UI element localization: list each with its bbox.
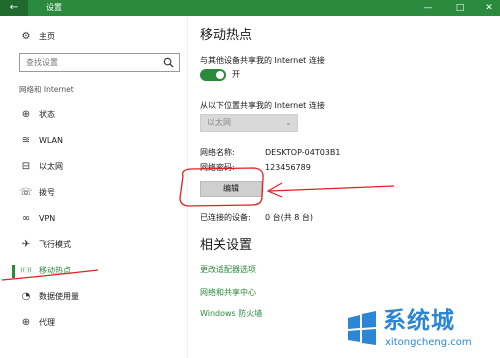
- sidebar-item-label: 数据使用量: [39, 292, 79, 301]
- network-password-value: 123456789: [265, 163, 311, 172]
- connected-devices-value: 0 台(共 8 台): [265, 213, 314, 222]
- share-from-select[interactable]: 以太网 ⌄: [200, 114, 298, 132]
- sidebar: ⚙ 主页 查找设置 网络和 Internet ⊕ 状态 ≋ WLAN ⊟ 以太网…: [0, 16, 188, 358]
- sidebar-item-label: 拨号: [39, 188, 55, 197]
- sidebar-item-ethernet[interactable]: ⊟ 以太网: [0, 156, 188, 178]
- network-password-label: 网络密码:: [200, 163, 235, 172]
- sidebar-item-label: 移动热点: [39, 266, 71, 275]
- windows-firewall-link[interactable]: Windows 防火墙: [200, 308, 262, 320]
- sidebar-item-label: 主页: [39, 32, 55, 41]
- toggle-state-label: 开: [232, 70, 240, 79]
- gear-icon: ⚙: [21, 31, 31, 42]
- toggle-knob: [216, 71, 224, 79]
- title-bar: ← 设置 — □ ✕: [0, 0, 500, 16]
- search-placeholder: 查找设置: [26, 58, 58, 67]
- sidebar-item-proxy[interactable]: ⊕ 代理: [0, 312, 188, 334]
- sidebar-item-label: VPN: [39, 214, 56, 223]
- sidebar-item-mobile-hotspot[interactable]: ((·)) 移动热点: [0, 260, 188, 282]
- sidebar-item-airplane-mode[interactable]: ✈ 飞行模式: [0, 234, 188, 256]
- wifi-icon: ≋: [21, 135, 31, 146]
- minimize-button[interactable]: —: [418, 0, 438, 16]
- search-icon: [163, 57, 174, 68]
- sidebar-item-vpn[interactable]: ∞ VPN: [0, 208, 188, 230]
- back-button[interactable]: ←: [0, 0, 28, 16]
- page-title: 移动热点: [200, 28, 253, 43]
- active-indicator: [12, 265, 15, 278]
- network-name-value: DESKTOP-04T03B1: [265, 148, 341, 157]
- watermark-url: xitongcheng.com: [385, 337, 472, 348]
- sidebar-item-status[interactable]: ⊕ 状态: [0, 104, 188, 126]
- hotspot-icon: ((·)): [20, 267, 32, 274]
- chevron-down-icon: ⌄: [285, 118, 292, 127]
- sidebar-item-label: 以太网: [39, 162, 63, 171]
- sidebar-item-data-usage[interactable]: ◔ 数据使用量: [0, 286, 188, 308]
- related-settings-title: 相关设置: [200, 238, 253, 253]
- proxy-icon: ⊕: [21, 317, 31, 328]
- share-from-value: 以太网: [207, 118, 231, 127]
- share-label: 与其他设备共享我的 Internet 连接: [200, 56, 325, 65]
- window-title: 设置: [46, 3, 62, 12]
- share-from-label: 从以下位置共享我的 Internet 连接: [200, 101, 325, 110]
- network-name-label: 网络名称:: [200, 148, 235, 157]
- network-sharing-center-link[interactable]: 网络和共享中心: [200, 287, 256, 299]
- ethernet-icon: ⊟: [21, 161, 31, 172]
- vpn-icon: ∞: [21, 213, 31, 224]
- sidebar-item-label: WLAN: [39, 136, 64, 145]
- sidebar-item-label: 飞行模式: [39, 240, 71, 249]
- sidebar-item-wlan[interactable]: ≋ WLAN: [0, 130, 188, 152]
- hotspot-toggle[interactable]: [200, 69, 226, 81]
- watermark-text: 系统城: [383, 308, 455, 334]
- back-arrow-icon: ←: [9, 2, 19, 13]
- sidebar-item-label: 状态: [39, 110, 55, 119]
- close-button[interactable]: ✕: [479, 0, 499, 16]
- maximize-button[interactable]: □: [450, 0, 470, 16]
- adapter-options-link[interactable]: 更改适配器选项: [200, 264, 256, 276]
- connected-devices-label: 已连接的设备:: [200, 213, 251, 222]
- edit-button[interactable]: 编辑: [200, 181, 262, 197]
- sidebar-item-dialup[interactable]: ☏ 拨号: [0, 182, 188, 204]
- sidebar-item-label: 代理: [39, 318, 55, 327]
- dialup-icon: ☏: [19, 187, 33, 198]
- data-usage-icon: ◔: [21, 291, 31, 302]
- status-icon: ⊕: [21, 109, 31, 120]
- search-input[interactable]: 查找设置: [19, 53, 180, 72]
- section-label: 网络和 Internet: [19, 85, 74, 94]
- windows-logo-icon: [348, 311, 376, 345]
- airplane-icon: ✈: [21, 239, 31, 250]
- watermark: 系统城 xitongcheng.com: [345, 305, 495, 355]
- sidebar-item-home[interactable]: ⚙ 主页: [0, 26, 188, 48]
